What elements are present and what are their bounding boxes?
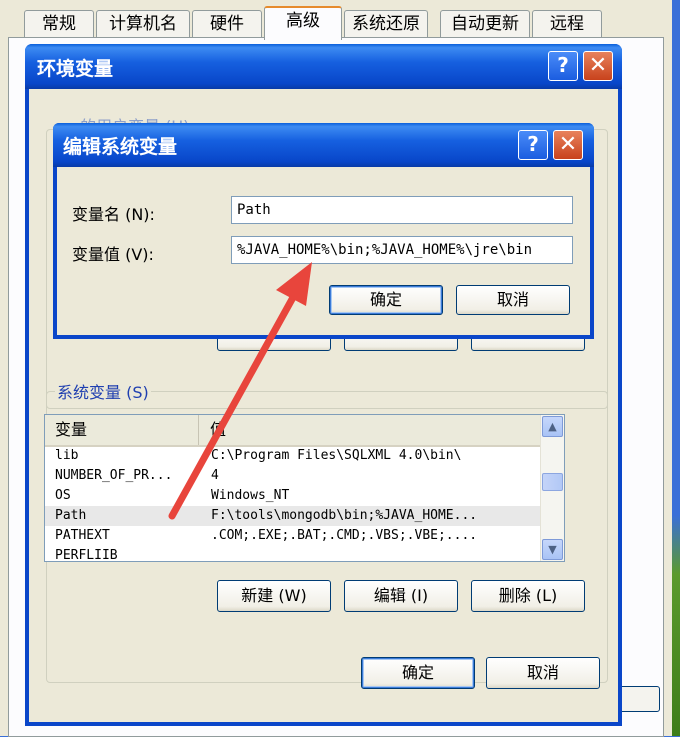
- variable-name-label: 变量名 (N):: [72, 205, 155, 224]
- tab-advanced[interactable]: 高级: [264, 6, 342, 40]
- edit-dialog-body: 变量名 (N): Path 变量值 (V): %JAVA_HOME%\bin;%…: [57, 167, 590, 335]
- row-value: F:\tools\mongodb\bin;%JAVA_HOME...: [211, 508, 478, 523]
- vertical-scrollbar[interactable]: ▲ ▼: [540, 415, 564, 561]
- row-value: .COM;.EXE;.BAT;.CMD;.VBS;.VBE;....: [211, 528, 478, 543]
- env-dialog-titlebar[interactable]: 环境变量 ? ✕: [25, 44, 622, 89]
- tab-hardware[interactable]: 硬件: [192, 10, 262, 38]
- tab-remote[interactable]: 远程: [532, 10, 602, 38]
- row-value: 4: [211, 468, 219, 483]
- close-icon[interactable]: ✕: [583, 51, 613, 81]
- row-name: Path: [55, 508, 87, 523]
- tab-general[interactable]: 常规: [24, 10, 94, 38]
- header-variable[interactable]: 变量: [45, 415, 199, 445]
- delete-button[interactable]: 删除 (L): [471, 580, 585, 612]
- edit-ok-button[interactable]: 确定: [329, 285, 443, 315]
- tab-automatic-updates[interactable]: 自动更新: [440, 10, 530, 38]
- scroll-up-icon[interactable]: ▲: [542, 416, 563, 437]
- env-cancel-button[interactable]: 取消: [486, 657, 600, 689]
- row-value: C:\Program Files\SQLXML 4.0\bin\: [211, 448, 462, 463]
- row-value: Windows_NT: [211, 488, 290, 503]
- list-header: 变量 值: [45, 415, 541, 447]
- table-row[interactable]: OS Windows_NT: [45, 486, 541, 506]
- tab-system-restore[interactable]: 系统还原: [344, 10, 428, 38]
- table-row[interactable]: lib C:\Program Files\SQLXML 4.0\bin\: [45, 446, 541, 466]
- header-value[interactable]: 值: [200, 415, 540, 445]
- scroll-down-icon[interactable]: ▼: [542, 539, 563, 560]
- edit-dialog-title: 编辑系统变量: [63, 136, 178, 158]
- table-row[interactable]: PATHEXT .COM;.EXE;.BAT;.CMD;.VBS;.VBE;..…: [45, 526, 541, 546]
- tab-computer-name[interactable]: 计算机名: [96, 10, 190, 38]
- scroll-thumb[interactable]: [542, 473, 563, 491]
- row-name: PATHEXT: [55, 528, 110, 543]
- system-variables-caption: 系统变量 (S): [55, 379, 151, 403]
- edit-cancel-button[interactable]: 取消: [456, 285, 570, 315]
- variable-value-label: 变量值 (V):: [72, 245, 154, 264]
- help-icon[interactable]: ?: [518, 130, 548, 160]
- help-icon[interactable]: ?: [548, 51, 578, 81]
- edit-system-variable-dialog: 编辑系统变量 ? ✕ 变量名 (N): Path 变量值 (V): %JAVA_…: [53, 123, 594, 339]
- row-name: OS: [55, 488, 71, 503]
- edit-button[interactable]: 编辑 (I): [344, 580, 458, 612]
- variable-value-field[interactable]: %JAVA_HOME%\bin;%JAVA_HOME%\jre\bin: [231, 236, 573, 264]
- variable-name-field[interactable]: Path: [231, 196, 573, 224]
- close-icon[interactable]: ✕: [553, 130, 583, 160]
- env-ok-button[interactable]: 确定: [361, 657, 475, 689]
- edit-dialog-titlebar[interactable]: 编辑系统变量 ? ✕: [53, 123, 594, 167]
- table-row[interactable]: PERFLIIB: [45, 546, 541, 562]
- system-variables-list[interactable]: 变量 值 lib C:\Program Files\SQLXML 4.0\bin…: [44, 414, 565, 562]
- row-name: NUMBER_OF_PR...: [55, 468, 173, 483]
- row-name: PERFLIIB: [55, 548, 118, 562]
- table-row[interactable]: NUMBER_OF_PR... 4: [45, 466, 541, 486]
- env-dialog-title: 环境变量: [37, 58, 114, 80]
- new-button[interactable]: 新建 (W): [217, 580, 331, 612]
- row-name: lib: [55, 448, 79, 463]
- table-row-selected[interactable]: Path F:\tools\mongodb\bin;%JAVA_HOME...: [45, 506, 541, 526]
